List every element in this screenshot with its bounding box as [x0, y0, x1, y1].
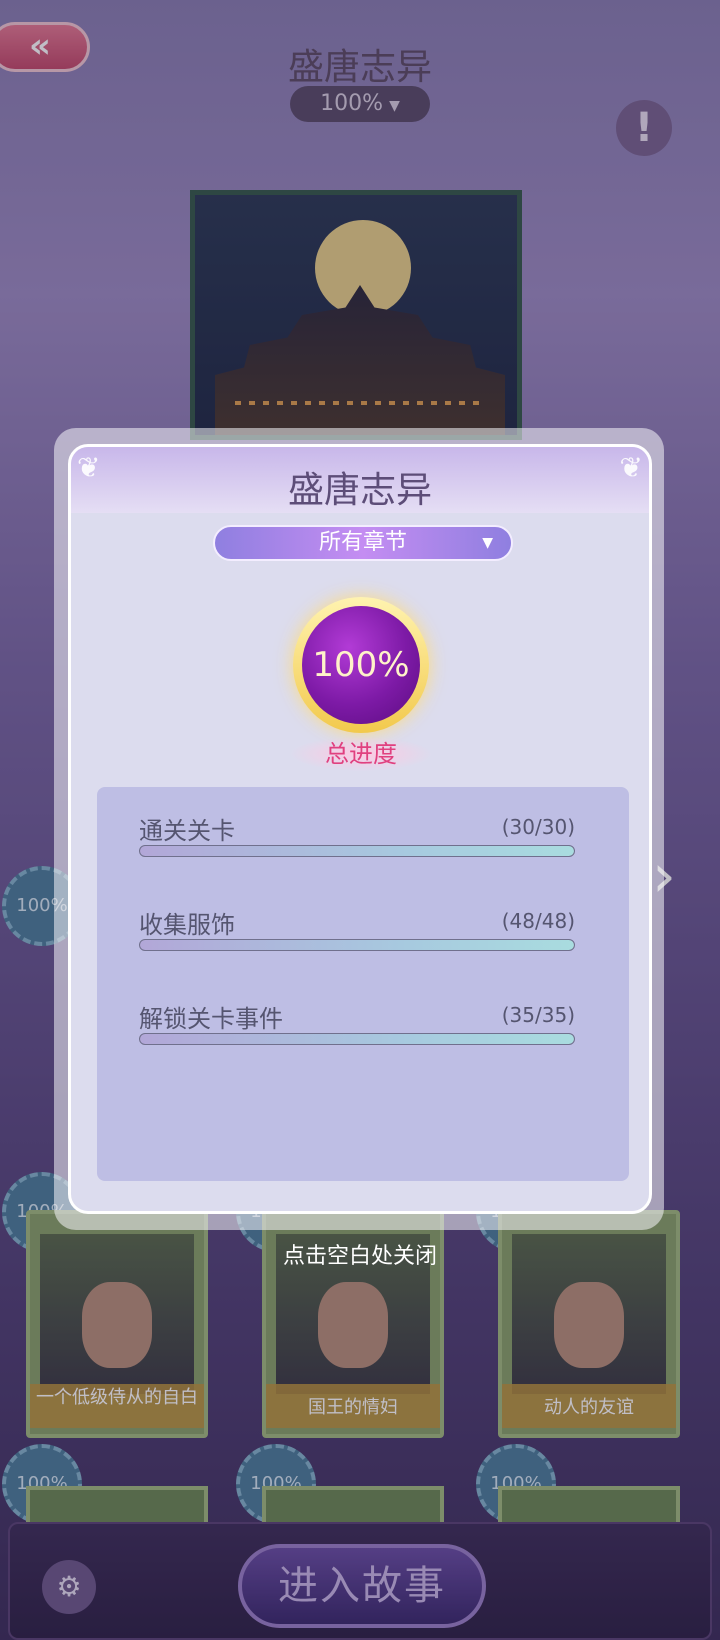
chapter-dropdown[interactable]: 所有章节 ▼: [213, 525, 513, 561]
modal-title: 盛唐志异: [287, 470, 432, 511]
overall-progress-ring: 100%: [293, 597, 429, 733]
stat-label: 收集服饰: [139, 911, 235, 939]
progress-modal: ❦ ❦ 盛唐志异 所有章节 ▼ 100% 总进度 通关关卡 (30/30) 收集…: [68, 444, 652, 1214]
stat-progress-fill: [140, 1034, 574, 1044]
stat-count: (48/48): [501, 909, 575, 933]
stat-count: (30/30): [501, 815, 575, 839]
chapter-dropdown-value: 所有章节: [318, 530, 407, 555]
overall-progress-value: 100%: [312, 645, 410, 685]
overall-progress-disc: 100%: [302, 606, 420, 724]
stat-progress-bar: [139, 1033, 575, 1045]
caret-down-icon: ▼: [482, 535, 493, 551]
stat-progress-fill: [140, 940, 574, 950]
stats-panel: 通关关卡 (30/30) 收集服饰 (48/48) 解锁关卡事件 (35/35): [97, 787, 629, 1181]
stat-progress-fill: [140, 846, 574, 856]
stat-count: (35/35): [501, 1003, 575, 1027]
overall-progress-label: 总进度: [291, 737, 431, 771]
stat-label: 通关关卡: [139, 817, 235, 845]
stat-progress-bar: [139, 939, 575, 951]
stat-progress-bar: [139, 845, 575, 857]
stat-label: 解锁关卡事件: [139, 1005, 283, 1033]
close-hint: 点击空白处关闭: [282, 1244, 437, 1269]
